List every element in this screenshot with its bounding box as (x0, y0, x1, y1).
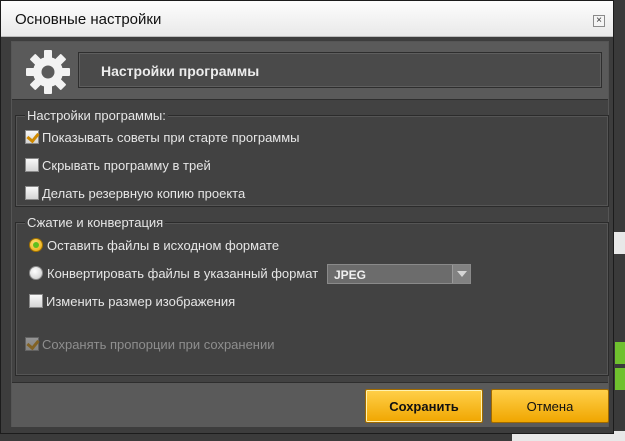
window-title: Основные настройки (15, 11, 162, 28)
compression-group-title: Сжатие и конвертация (25, 215, 166, 230)
show-tips-checkbox[interactable] (25, 130, 39, 144)
hide-to-tray-checkbox[interactable] (25, 158, 39, 172)
option-label: Сохранять пропорции при сохранении (42, 336, 275, 352)
backup-project-checkbox[interactable] (25, 186, 39, 200)
background-panel (613, 232, 625, 254)
option-label: Делать резервную копию проекта (42, 185, 246, 201)
keep-proportions-checkbox (25, 337, 39, 351)
option-label: Скрывать программу в трей (42, 157, 211, 173)
gear-icon (26, 50, 70, 94)
save-button[interactable]: Сохранить (365, 389, 483, 423)
settings-dialog: Основные настройки × Настройки программы… (0, 0, 614, 434)
program-settings-group-title: Настройки программы: (25, 108, 168, 123)
resize-checkbox[interactable] (29, 294, 43, 308)
dialog-footer: Сохранить Отмена (12, 382, 609, 427)
chevron-down-icon[interactable] (452, 265, 470, 283)
option-keep-proportions: Сохранять пропорции при сохранении (25, 335, 275, 353)
option-resize[interactable]: Изменить размер изображения (29, 292, 235, 310)
option-label: Оставить файлы в исходном формате (47, 237, 280, 253)
header-title: Настройки программы (101, 63, 260, 79)
option-convert-format[interactable]: Конвертировать файлы в указанный формат (29, 264, 318, 282)
background-tab (615, 368, 625, 390)
option-label: Показывать советы при старте программы (42, 129, 300, 145)
format-select[interactable]: JPEG (327, 264, 471, 284)
background-strip-right (613, 0, 625, 441)
keep-format-radio[interactable] (29, 238, 43, 252)
header-title-panel: Настройки программы (78, 52, 602, 88)
convert-format-radio[interactable] (29, 266, 43, 280)
option-backup-project[interactable]: Делать резервную копию проекта (25, 184, 245, 202)
close-button[interactable]: × (593, 15, 605, 27)
format-select-value: JPEG (334, 268, 367, 282)
option-keep-format[interactable]: Оставить файлы в исходном формате (29, 236, 279, 254)
cancel-button[interactable]: Отмена (491, 389, 609, 423)
option-hide-to-tray[interactable]: Скрывать программу в трей (25, 156, 211, 174)
option-label: Конвертировать файлы в указанный формат (47, 265, 319, 281)
option-show-tips[interactable]: Показывать советы при старте программы (25, 128, 300, 146)
title-bar: Основные настройки × (1, 1, 613, 37)
background-tab (615, 342, 625, 364)
option-label: Изменить размер изображения (46, 293, 236, 309)
settings-header: Настройки программы (12, 42, 608, 100)
